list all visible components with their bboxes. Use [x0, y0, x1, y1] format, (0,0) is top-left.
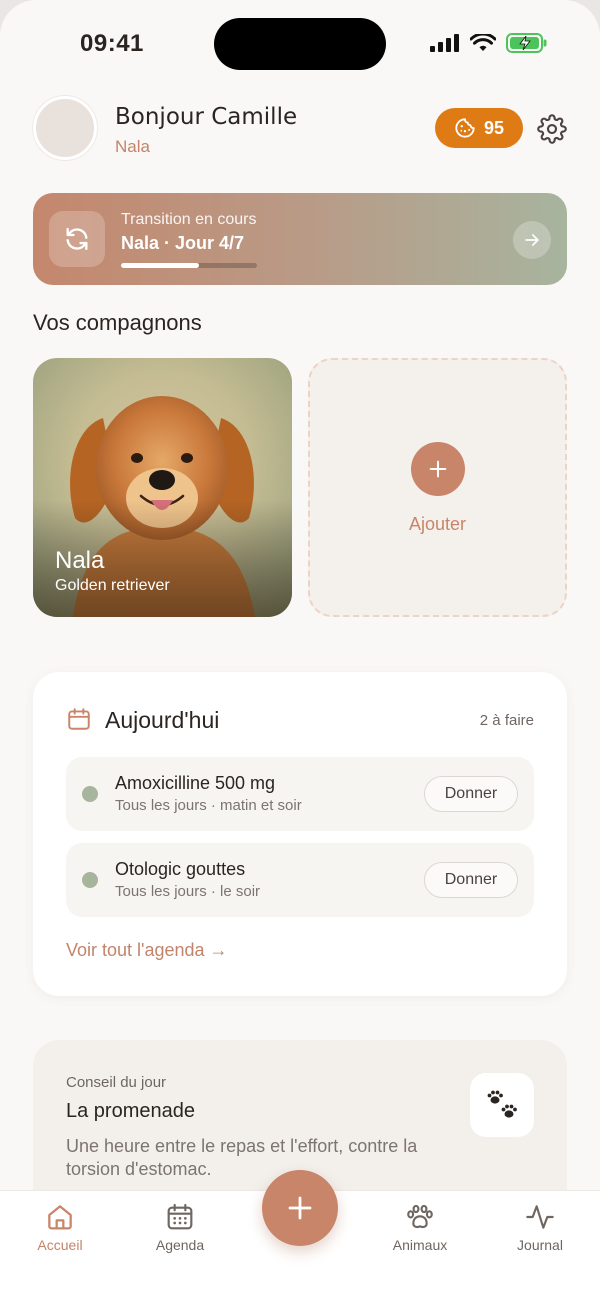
calendar-icon — [68, 708, 90, 730]
tab-home[interactable]: Accueil — [15, 1201, 105, 1261]
refresh-icon — [49, 211, 105, 267]
give-button[interactable]: Donner — [424, 776, 518, 812]
task-title: Amoxicilline 500 mg — [115, 773, 276, 793]
status-bar: 09:41 — [0, 0, 600, 90]
tab-journal[interactable]: Journal — [495, 1201, 585, 1261]
give-button[interactable]: Donner — [424, 862, 518, 898]
companions-title: Vos compagnons — [33, 310, 202, 335]
gear-icon[interactable] — [537, 114, 567, 144]
arrow-right-icon[interactable] — [513, 221, 551, 259]
points-badge[interactable]: 95 — [435, 108, 523, 148]
tab-label: Journal — [517, 1237, 563, 1253]
today-count: 2 à faire — [479, 712, 534, 729]
today-card: Aujourd'hui 2 à faire Amoxicilline 500 m… — [33, 672, 567, 996]
task-item: Otologic gouttes Tous les jours · le soi… — [66, 843, 534, 917]
view-agenda-link[interactable]: Voir tout l'agenda → — [66, 940, 228, 961]
app-screen: 09:41 Bonjour Camille Nala 95 Transition… — [0, 0, 600, 1303]
calendar-icon — [167, 1203, 193, 1230]
activity-icon — [526, 1205, 554, 1229]
pet-breed: Golden retriever — [55, 577, 170, 594]
status-time: 09:41 — [80, 30, 144, 57]
transition-banner[interactable]: Transition en cours Nala · Jour 4/7 — [33, 193, 567, 285]
add-pet-card[interactable]: Ajouter — [308, 358, 567, 617]
tab-label: Agenda — [155, 1237, 205, 1253]
plus-icon[interactable] — [411, 442, 465, 496]
status-icons — [430, 33, 548, 53]
transition-progress-fill — [121, 263, 199, 268]
paw-prints-icon — [470, 1073, 534, 1137]
signal-icon — [430, 34, 459, 52]
tab-agenda[interactable]: Agenda — [135, 1201, 225, 1261]
tab-animals[interactable]: Animaux — [375, 1201, 465, 1261]
tab-label: Animaux — [392, 1237, 448, 1253]
active-pet-name: Nala — [115, 137, 150, 156]
tip-title: La promenade — [66, 1100, 195, 1122]
points-value: 95 — [483, 117, 505, 138]
task-schedule: Tous les jours · matin et soir — [115, 797, 302, 814]
tab-label: Accueil — [37, 1237, 83, 1253]
task-status-dot — [82, 872, 98, 888]
today-title: Aujourd'hui — [105, 707, 220, 733]
wifi-icon — [470, 33, 496, 51]
banner-title: Nala · Jour 4/7 — [121, 233, 245, 253]
battery-charging-icon — [506, 33, 547, 53]
home-icon — [48, 1205, 72, 1230]
pet-card-nala[interactable]: Nala Golden retriever — [33, 358, 292, 617]
cookie-icon — [455, 118, 475, 138]
tip-label: Conseil du jour — [66, 1074, 167, 1091]
task-status-dot — [82, 786, 98, 802]
paw-icon — [407, 1204, 433, 1229]
add-pet-label: Ajouter — [408, 514, 467, 534]
task-schedule: Tous les jours · le soir — [115, 883, 261, 900]
greeting: Bonjour Camille — [115, 104, 298, 130]
plus-icon — [288, 1196, 312, 1220]
task-title: Otologic gouttes — [115, 859, 246, 879]
dynamic-island — [214, 18, 386, 70]
task-item: Amoxicilline 500 mg Tous les jours · mat… — [66, 757, 534, 831]
pet-name: Nala — [55, 547, 105, 574]
banner-label: Transition en cours — [121, 211, 257, 228]
transition-progress-bar — [121, 263, 257, 268]
avatar[interactable] — [33, 96, 97, 160]
tip-text: Une heure entre le repas et l'effort, co… — [66, 1136, 418, 1179]
add-button[interactable] — [262, 1170, 338, 1246]
home-header: Bonjour Camille Nala 95 — [33, 96, 567, 160]
